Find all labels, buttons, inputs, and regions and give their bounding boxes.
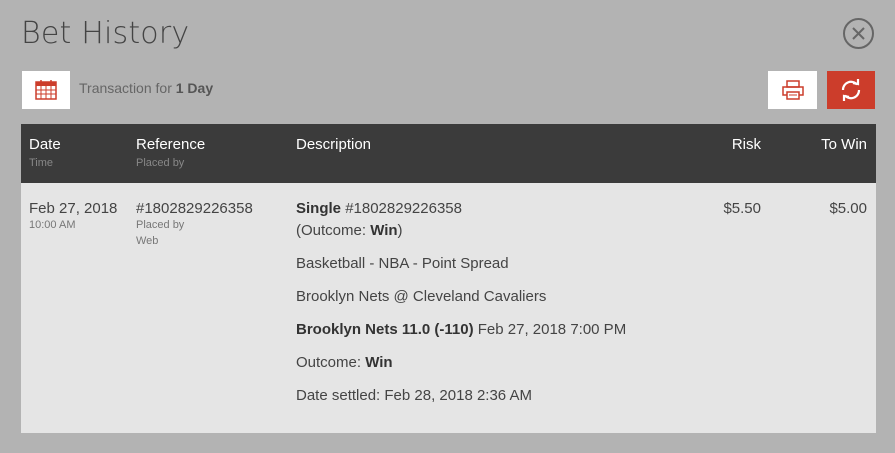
event-time: Feb 27, 2018 7:00 PM (477, 321, 627, 338)
column-header-description[interactable]: Description (296, 136, 371, 153)
column-header-reference-label: Reference (136, 136, 206, 153)
calendar-icon (35, 80, 57, 100)
settled-line: Date settled: Feb 28, 2018 2:36 AM (296, 387, 532, 404)
bet-time: 10:00 AM (29, 219, 76, 231)
column-header-to-win[interactable]: To Win (821, 136, 867, 153)
bet-summary-reference: #1802829226358 (345, 200, 462, 217)
table-row: Feb 27, 2018 10:00 AM #1802829226358 Pla… (21, 183, 876, 433)
outcome-value: Win (365, 354, 393, 371)
column-header-time-label: Time (29, 157, 54, 169)
reference-cell: #1802829226358 Placed by Web (136, 200, 253, 249)
bet-summary-line: Single #1802829226358 (296, 200, 462, 217)
close-button[interactable] (843, 18, 874, 49)
outcome-suffix: ) (397, 222, 403, 239)
bet-outcome: Win (370, 222, 398, 239)
placed-by-label: Placed by (136, 219, 185, 231)
close-icon (852, 27, 865, 40)
transaction-period: 1 Day (175, 80, 214, 96)
transaction-period-label: Transaction for 1 Day (79, 80, 213, 96)
column-header-placed-by-label: Placed by (136, 157, 185, 169)
bet-reference: #1802829226358 (136, 200, 253, 217)
outcome-prefix: (Outcome: (296, 222, 371, 239)
column-header-reference[interactable]: Reference Placed by (136, 136, 205, 169)
risk-cell: $5.50 (723, 200, 761, 217)
outcome-line: Outcome: Win (296, 354, 393, 371)
selection: Brooklyn Nets 11.0 (-110) (296, 321, 474, 338)
column-header-date[interactable]: Date Time (29, 136, 61, 169)
to-win-cell: $5.00 (829, 200, 867, 217)
placed-by-value: Web (136, 235, 159, 247)
bet-outcome-line: (Outcome: Win) (296, 222, 403, 239)
print-button[interactable] (768, 71, 817, 109)
table-header: Date Time Reference Placed by Descriptio… (21, 124, 876, 183)
matchup-line: Brooklyn Nets @ Cleveland Cavaliers (296, 288, 547, 305)
calendar-button[interactable] (22, 71, 70, 109)
outcome-label: Outcome: (296, 354, 366, 371)
bet-date: Feb 27, 2018 (29, 200, 118, 217)
refresh-button[interactable] (827, 71, 875, 109)
refresh-icon (841, 79, 861, 101)
page-title: Bet History (21, 16, 190, 51)
selection-line: Brooklyn Nets 11.0 (-110) Feb 27, 2018 7… (296, 321, 626, 338)
market-line: Basketball - NBA - Point Spread (296, 255, 509, 272)
bet-type: Single (296, 200, 342, 217)
column-header-risk[interactable]: Risk (732, 136, 761, 153)
date-cell: Feb 27, 2018 10:00 AM (29, 200, 117, 233)
printer-icon (782, 80, 804, 100)
column-header-date-label: Date (29, 136, 61, 153)
transaction-prefix: Transaction for (79, 80, 172, 96)
